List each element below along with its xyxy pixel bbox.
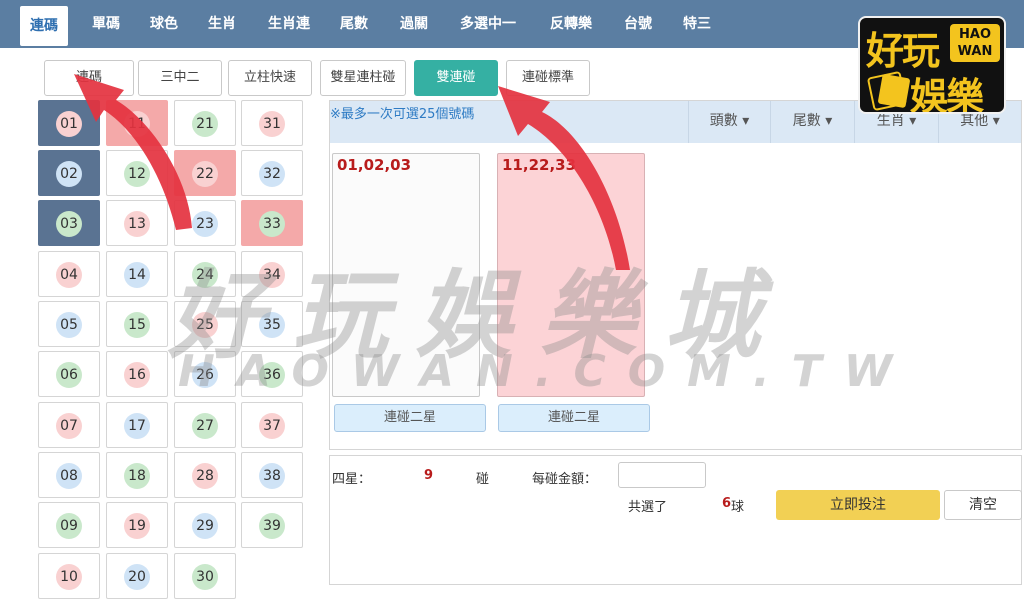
arrow-left <box>74 74 192 230</box>
haowan-logo: 好玩 HAO WAN 娛樂 <box>858 16 1006 114</box>
arrow-right <box>498 86 630 270</box>
logo-text-bottom: 娛樂 <box>910 75 984 114</box>
logo-badge: HAO WAN <box>950 24 1000 62</box>
cards-icon <box>877 73 911 109</box>
